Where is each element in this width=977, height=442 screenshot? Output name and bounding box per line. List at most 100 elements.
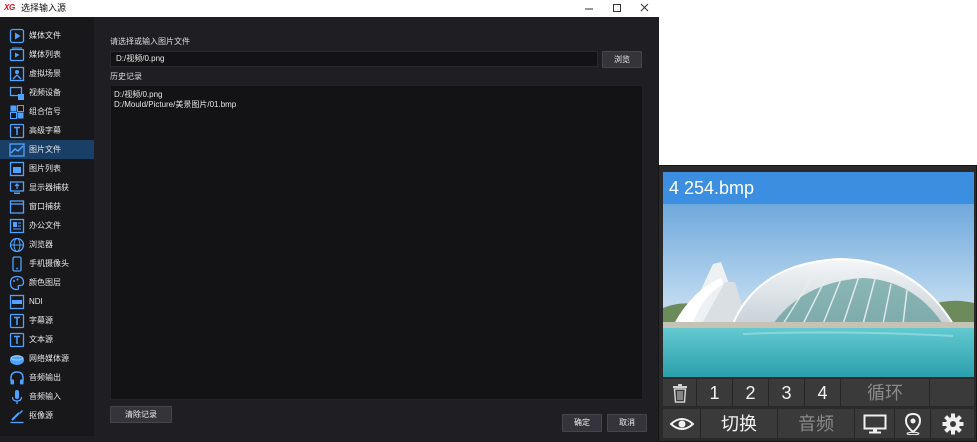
sidebar-item[interactable]: 音频输出	[0, 368, 94, 387]
image-file-panel: 请选择或输入图片文件 D:/视频/0.png 浏览 历史记录 D:/视频/0.p…	[94, 17, 659, 442]
sidebar-item[interactable]: 手机摄像头	[0, 254, 94, 273]
loop-button[interactable]: 循环	[841, 379, 930, 406]
sidebar-item[interactable]: 图片文件	[0, 140, 94, 159]
sidebar-item-label: NDI	[29, 296, 43, 306]
sidebar-item[interactable]: 办公文件	[0, 216, 94, 235]
preview-title: 4 254.bmp	[669, 178, 755, 198]
settings-button[interactable]	[931, 409, 974, 438]
minimize-icon	[585, 8, 593, 10]
sidebar-item-label: 网络媒体源	[29, 353, 69, 363]
location-pin-icon	[904, 412, 921, 435]
image-path-input[interactable]: D:/视频/0.png	[110, 51, 598, 67]
history-item[interactable]: D:/Mould/Picture/美景图片/01.bmp	[114, 100, 639, 110]
audio-button[interactable]: 音频	[778, 409, 855, 438]
cancel-button[interactable]: 取消	[607, 414, 647, 432]
sidebar-item[interactable]: 媒体文件	[0, 26, 94, 45]
browse-button[interactable]: 浏览	[602, 51, 642, 68]
sidebar-item-label: 文本源	[29, 334, 53, 344]
history-label: 历史记录	[110, 72, 142, 81]
sidebar-item-label: 图片列表	[29, 163, 61, 173]
sidebar-item[interactable]: 抠像源	[0, 406, 94, 425]
eye-icon	[669, 417, 694, 430]
globe-icon	[8, 236, 25, 253]
slot-4-button[interactable]: 4	[805, 379, 841, 406]
text-icon	[8, 312, 25, 329]
sidebar-item-label: 图片文件	[29, 144, 61, 154]
sidebar-item-label: 媒体文件	[29, 30, 61, 40]
sidebar-item-label: 媒体列表	[29, 49, 61, 59]
row1-empty-cell	[930, 379, 974, 406]
delete-button[interactable]	[663, 379, 697, 406]
sidebar-item-label: 窗口捕获	[29, 201, 61, 211]
sidebar-item[interactable]: 浏览器	[0, 235, 94, 254]
sidebar-item[interactable]: NDI	[0, 292, 94, 311]
sidebar-item[interactable]: 媒体列表	[0, 45, 94, 64]
sidebar-item-label: 办公文件	[29, 220, 61, 230]
history-list[interactable]: D:/视频/0.png D:/Mould/Picture/美景图片/01.bmp	[110, 85, 643, 400]
ok-button[interactable]: 确定	[562, 414, 602, 432]
sidebar-item[interactable]: 音频输入	[0, 387, 94, 406]
text-icon	[8, 122, 25, 139]
office-file-icon	[8, 217, 25, 234]
sidebar-item-label: 显示器捕获	[29, 182, 69, 192]
sidebar-item[interactable]: 窗口捕获	[0, 197, 94, 216]
preview-controls-row-1: 1 2 3 4 循环	[663, 379, 974, 406]
sidebar-item[interactable]: 文本源	[0, 330, 94, 349]
playlist-icon	[8, 46, 25, 63]
window-title: 选择输入源	[21, 3, 67, 13]
sidebar-item-label: 视频设备	[29, 87, 61, 97]
select-input-source-dialog: XG 选择输入源 媒体文件媒体列表虚拟场景视频设备组合信号高级字幕图片文件图片列…	[0, 0, 659, 442]
sidebar-item[interactable]: 颜色图层	[0, 273, 94, 292]
sidebar-item-label: 浏览器	[29, 239, 53, 249]
maximize-button[interactable]	[603, 0, 631, 17]
sidebar-item[interactable]: 虚拟场景	[0, 64, 94, 83]
microphone-icon	[8, 388, 25, 405]
trash-icon	[672, 383, 687, 403]
architecture-photo	[663, 204, 974, 377]
history-item[interactable]: D:/视频/0.png	[114, 90, 639, 100]
path-label: 请选择或输入图片文件	[110, 37, 190, 46]
maximize-icon	[613, 4, 621, 12]
sidebar-item[interactable]: 图片列表	[0, 159, 94, 178]
video-device-icon	[8, 84, 25, 101]
close-icon	[640, 3, 649, 12]
switch-button[interactable]: 切换	[701, 409, 778, 438]
app-logo: XG	[4, 3, 15, 12]
sidebar-item[interactable]: 显示器捕获	[0, 178, 94, 197]
sidebar-item[interactable]: 高级字幕	[0, 121, 94, 140]
sidebar-item[interactable]: 字幕源	[0, 311, 94, 330]
palette-icon	[8, 274, 25, 291]
monitor-icon	[863, 414, 886, 433]
ndi-icon	[8, 293, 25, 310]
play-icon	[8, 27, 25, 44]
location-button[interactable]	[895, 409, 931, 438]
preview-controls-row-2: 切换 音频	[663, 409, 974, 438]
sidebar-item-label: 音频输出	[29, 372, 61, 382]
sidebar-item[interactable]: 网络媒体源	[0, 349, 94, 368]
sidebar-item-label: 音频输入	[29, 391, 61, 401]
virtual-scene-icon	[8, 65, 25, 82]
clear-history-button[interactable]: 清除记录	[110, 406, 172, 423]
close-button[interactable]	[631, 0, 659, 17]
sidebar-item[interactable]: 视频设备	[0, 83, 94, 102]
title-bar: XG 选择输入源	[0, 0, 659, 17]
text-icon	[8, 331, 25, 348]
output-monitor-button[interactable]	[855, 409, 895, 438]
minimize-button[interactable]	[575, 0, 603, 17]
slot-1-button[interactable]: 1	[697, 379, 733, 406]
sidebar-item[interactable]: 组合信号	[0, 102, 94, 121]
sidebar-item-label: 抠像源	[29, 410, 53, 420]
sidebar-item-label: 虚拟场景	[29, 68, 61, 78]
sidebar-item-label: 组合信号	[29, 106, 61, 116]
slot-3-button[interactable]: 3	[769, 379, 805, 406]
phone-icon	[8, 255, 25, 272]
headphones-icon	[8, 369, 25, 386]
monitor-capture-icon	[8, 179, 25, 196]
preview-thumbnail[interactable]	[663, 204, 974, 377]
sidebar-item-label: 高级字幕	[29, 125, 61, 135]
image-file-icon	[8, 141, 25, 158]
slot-2-button[interactable]: 2	[733, 379, 769, 406]
image-list-icon	[8, 160, 25, 177]
visibility-button[interactable]	[663, 409, 701, 438]
source-type-sidebar: 媒体文件媒体列表虚拟场景视频设备组合信号高级字幕图片文件图片列表显示器捕获窗口捕…	[0, 17, 94, 436]
